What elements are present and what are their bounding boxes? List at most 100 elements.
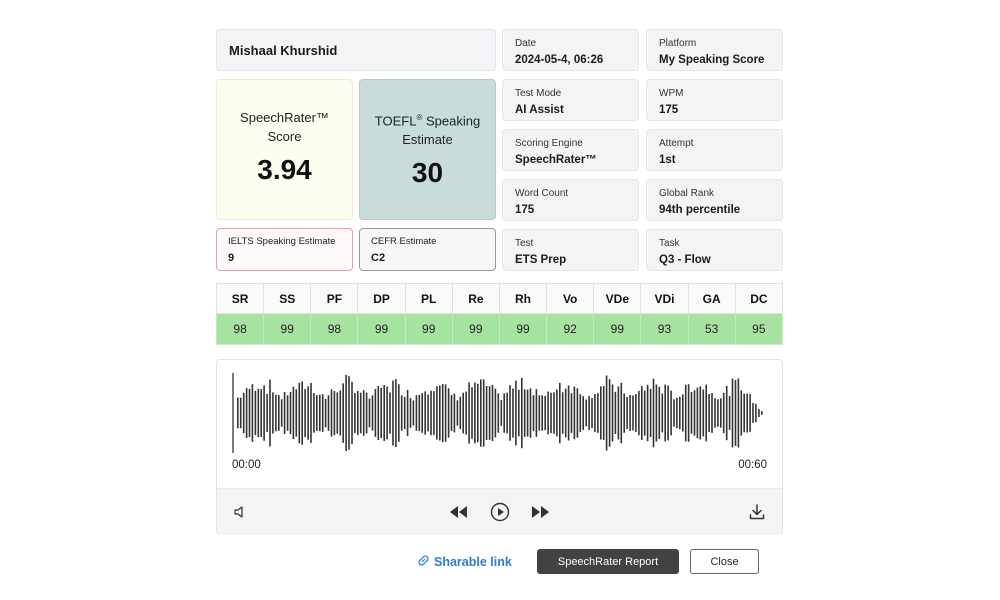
waveform-bar — [755, 403, 757, 423]
waveform-bar — [608, 379, 611, 447]
waveform-bar — [412, 400, 415, 426]
ielts-estimate-card: IELTS Speaking Estimate 9 — [216, 228, 353, 271]
waveform-bar — [591, 398, 593, 429]
waveform-bar — [444, 384, 447, 442]
waveform-bar — [456, 400, 459, 426]
waveform-bar — [327, 395, 330, 431]
waveform-bar — [415, 395, 418, 431]
waveform-bar — [714, 398, 716, 428]
info-wpm: WPM 175 — [646, 79, 783, 121]
metric-header: PF — [310, 283, 359, 314]
waveform-bar — [269, 379, 271, 447]
waveform-bar — [421, 393, 423, 433]
waveform-bar — [588, 395, 590, 431]
sharable-link-label: Sharable link — [434, 555, 512, 569]
info-task: Task Q3 - Flow — [646, 229, 783, 271]
waveform-bar — [389, 392, 391, 434]
waveform-bar — [497, 393, 500, 433]
metric-header: Rh — [498, 283, 548, 314]
metric-header: Vo — [546, 283, 595, 314]
waveform-bar — [365, 392, 368, 434]
candidate-name-card: Mishaal Khurshid — [216, 29, 496, 71]
waveform-bar — [761, 411, 763, 415]
cefr-estimate-label: CEFR Estimate — [371, 236, 437, 247]
waveform-bar — [655, 384, 658, 442]
waveform-bar — [242, 392, 245, 434]
close-button[interactable]: Close — [690, 549, 759, 574]
waveform-bar — [658, 386, 661, 440]
waveform-bar — [427, 394, 429, 432]
waveform-bar — [638, 391, 640, 436]
waveform-bar — [239, 397, 242, 429]
waveform-bar — [646, 384, 649, 442]
metric-header: VDi — [640, 283, 689, 314]
waveform-bar — [480, 379, 482, 447]
waveform-bar — [301, 381, 303, 445]
waveform-bar — [649, 389, 652, 437]
waveform-bar — [398, 384, 400, 442]
waveform-bar — [597, 393, 599, 433]
waveform-bar — [752, 403, 754, 423]
waveform-bar — [395, 379, 397, 447]
waveform-bar — [564, 388, 567, 438]
waveform-bar — [304, 389, 306, 438]
metric-header: Re — [451, 283, 500, 314]
waveform-bar — [345, 374, 347, 452]
metric-header: DP — [357, 283, 406, 314]
total-duration: 00:60 — [738, 459, 767, 471]
waveform-bar — [532, 395, 535, 431]
sharable-link[interactable]: Sharable link — [417, 554, 512, 570]
waveform-bar — [324, 398, 327, 428]
fast-forward-icon[interactable] — [529, 501, 551, 523]
metrics-value-row: 98 99 98 99 99 99 99 92 99 93 53 95 — [215, 313, 784, 345]
waveform-bar — [585, 399, 587, 427]
waveform-bar — [465, 391, 467, 435]
audio-waveform[interactable] — [231, 368, 771, 458]
waveform-bar — [611, 384, 614, 442]
waveform-bar — [758, 409, 760, 417]
waveform-bar — [392, 380, 394, 446]
info-date: Date 2024-05-4, 06:26 — [502, 29, 639, 71]
toefl-estimate-card: TOEFL® Speaking Estimate 30 — [359, 79, 496, 220]
download-icon[interactable] — [746, 501, 768, 523]
waveform-bar — [722, 392, 725, 434]
waveform-bar — [386, 386, 388, 440]
waveform-bar — [567, 385, 570, 441]
waveform-bar — [275, 394, 277, 432]
waveform-bar — [357, 391, 359, 436]
waveform-bar — [708, 394, 710, 433]
waveform-bar — [620, 382, 623, 444]
waveform-bar — [295, 389, 298, 437]
waveform-bar — [737, 378, 740, 448]
waveform-bar — [403, 396, 406, 430]
waveform-bar — [614, 391, 617, 434]
waveform-bar — [494, 388, 497, 438]
volume-icon[interactable] — [229, 501, 251, 523]
waveform-bar — [447, 388, 450, 438]
audio-player: 00:00 00:60 — [216, 359, 783, 535]
play-icon[interactable] — [489, 501, 511, 523]
metric-value: 98 — [215, 313, 265, 345]
waveform-bar — [676, 397, 678, 429]
waveform-bar — [576, 388, 579, 438]
waveform-bar — [682, 394, 684, 432]
waveform-bar — [482, 379, 485, 447]
waveform-bar — [319, 394, 321, 432]
rewind-icon[interactable] — [448, 501, 470, 523]
waveform-bar — [298, 382, 301, 444]
waveform-bar — [623, 393, 625, 433]
waveform-bar — [459, 396, 462, 430]
metric-header: DC — [734, 283, 784, 314]
waveform-bar — [339, 390, 342, 436]
speechrater-score-card: SpeechRater™ Score 3.94 — [216, 79, 353, 220]
metric-value: 53 — [687, 313, 736, 345]
speechrater-report-button[interactable]: SpeechRater Report — [537, 549, 679, 574]
current-time: 00:00 — [232, 459, 261, 471]
waveform-bar — [684, 384, 687, 442]
waveform-bar — [743, 393, 745, 433]
waveform-bar — [333, 391, 336, 436]
metric-value: 93 — [640, 313, 689, 345]
waveform-bar — [254, 390, 257, 436]
waveform-bar — [600, 386, 602, 440]
waveform-bar — [500, 400, 503, 426]
